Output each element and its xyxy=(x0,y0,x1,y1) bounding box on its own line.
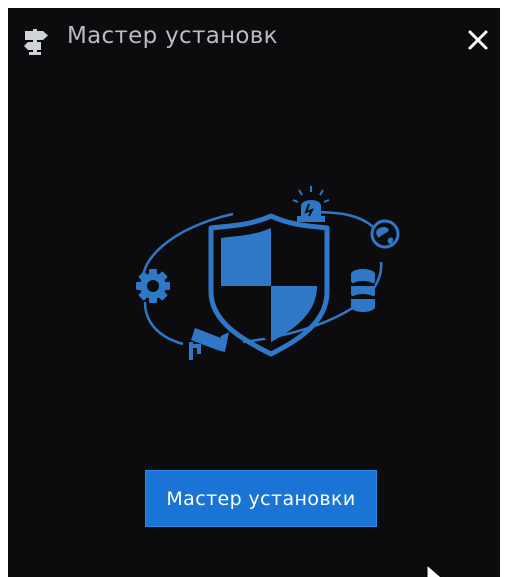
globe-icon xyxy=(370,219,400,249)
camera-icon xyxy=(189,328,229,360)
dialog-title: Мастер установк xyxy=(67,23,278,49)
database-icon xyxy=(351,269,375,312)
signpost-icon xyxy=(24,29,48,55)
mouse-cursor-icon xyxy=(426,564,442,577)
security-illustration xyxy=(136,186,400,360)
close-icon[interactable] xyxy=(463,25,495,57)
gear-icon xyxy=(136,269,170,303)
alarm-siren-icon xyxy=(292,186,330,222)
dialog-titlebar: Мастер установк xyxy=(8,8,500,72)
setup-wizard-dialog: Мастер установк Мастер установки xyxy=(8,8,500,577)
start-wizard-button[interactable]: Мастер установки xyxy=(145,470,377,527)
